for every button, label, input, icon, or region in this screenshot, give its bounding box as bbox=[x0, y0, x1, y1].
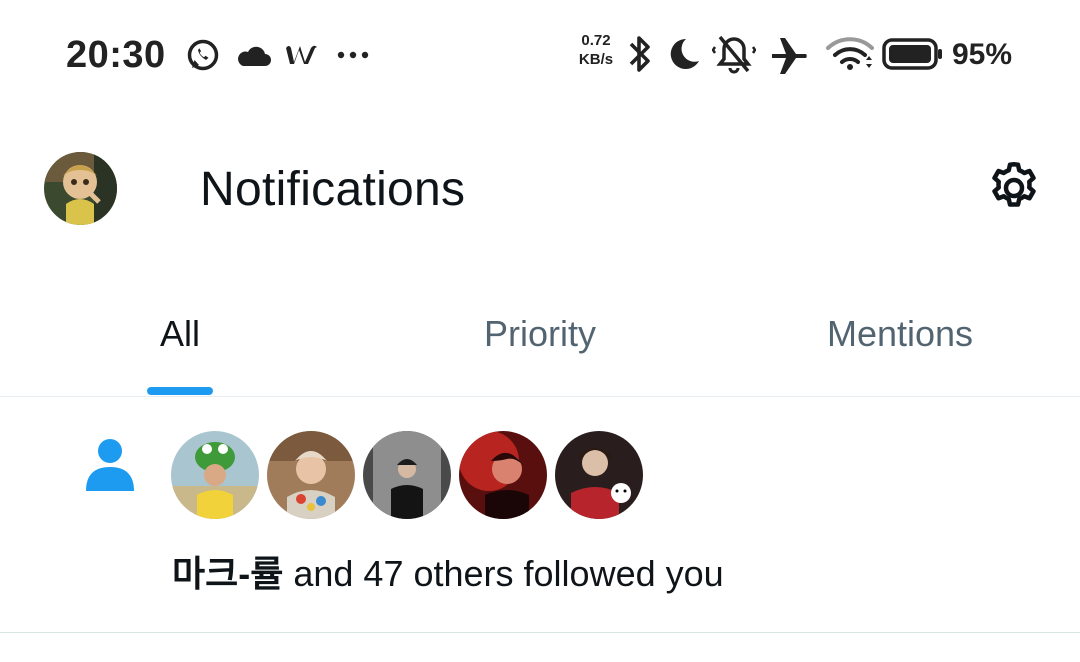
tab-mentions-label: Mentions bbox=[826, 313, 974, 354]
battery-percent: 95% bbox=[952, 38, 1013, 71]
notification-tabs: All Priority Mentions bbox=[0, 270, 1080, 396]
tab-priority-label: Priority bbox=[483, 313, 596, 354]
active-tab-indicator bbox=[147, 387, 213, 395]
page-title: Notifications bbox=[200, 163, 466, 216]
more-dots-icon bbox=[337, 51, 369, 59]
airplane-icon bbox=[772, 38, 807, 74]
bluetooth-icon bbox=[629, 36, 650, 72]
whatsapp-icon bbox=[187, 39, 219, 71]
person-icon bbox=[86, 439, 134, 491]
follower-avatar[interactable] bbox=[555, 431, 643, 519]
follower-avatar[interactable] bbox=[171, 431, 259, 519]
status-bar: 20:30 0.72 KB/s 95% bbox=[0, 0, 1080, 110]
w-app-icon bbox=[286, 45, 317, 64]
profile-avatar[interactable] bbox=[44, 152, 117, 225]
tab-all-label: All bbox=[159, 313, 200, 354]
tab-mentions[interactable]: Mentions bbox=[720, 270, 1080, 396]
network-speed: 0.72 KB/s bbox=[572, 31, 620, 69]
network-speed-unit: KB/s bbox=[578, 51, 614, 68]
notification-item[interactable]: 마크-률 and 47 others followed you bbox=[0, 397, 1080, 633]
follower-avatar[interactable] bbox=[459, 431, 547, 519]
battery-icon bbox=[882, 38, 942, 70]
follower-avatar[interactable] bbox=[267, 431, 355, 519]
notification-text: 마크-률 and 47 others followed you bbox=[172, 545, 724, 597]
network-speed-value: 0.72 bbox=[581, 32, 611, 49]
follower-avatar[interactable] bbox=[363, 431, 451, 519]
gear-icon[interactable] bbox=[984, 158, 1044, 218]
notification-message: and 47 others followed you bbox=[283, 553, 724, 594]
status-time: 20:30 bbox=[66, 34, 166, 76]
notification-actor[interactable]: 마크-률 bbox=[172, 553, 283, 594]
tab-priority[interactable]: Priority bbox=[360, 270, 720, 396]
moon-icon bbox=[670, 38, 699, 69]
profile-avatar-image bbox=[44, 152, 117, 225]
wifi-icon bbox=[826, 37, 874, 70]
tab-all[interactable]: All bbox=[0, 270, 360, 396]
notification-divider bbox=[0, 632, 1080, 633]
cloud-icon bbox=[238, 46, 271, 66]
bell-muted-icon bbox=[712, 35, 756, 74]
